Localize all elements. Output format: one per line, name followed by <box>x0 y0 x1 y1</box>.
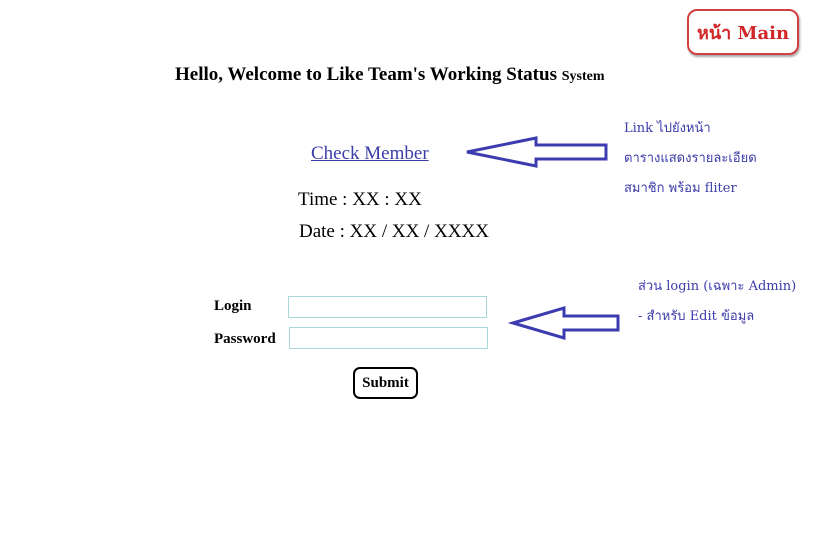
login-input[interactable] <box>288 296 487 318</box>
password-input[interactable] <box>289 327 488 349</box>
date-display: Date : XX / XX / XXXX <box>299 221 489 242</box>
page-title-suffix: System <box>561 69 605 84</box>
arrow-left-icon <box>507 305 620 341</box>
time-display: Time : XX : XX <box>298 189 422 210</box>
main-page-button[interactable]: หน้า Main <box>687 9 799 55</box>
check-member-link[interactable]: Check Member <box>311 143 429 165</box>
page-title-text: Hello, Welcome to Like Team's Working St… <box>175 64 557 85</box>
login-annotation: ส่วน login (เฉพาะ Admin) - สำหรับ Edit ข… <box>638 272 796 332</box>
annotation-line: Link ไปยังหน้า <box>624 121 711 136</box>
login-label: Login <box>214 298 252 314</box>
annotation-line: ส่วน login (เฉพาะ Admin) <box>638 279 797 294</box>
check-member-annotation: Link ไปยังหน้า ตารางแสดงรายละเอียด สมาชิ… <box>624 114 757 204</box>
password-label: Password <box>214 331 276 347</box>
annotation-line: สมาชิก พร้อม fliter <box>624 181 737 196</box>
annotation-line: - สำหรับ Edit ข้อมูล <box>638 309 755 324</box>
main-page-label: หน้า Main <box>696 22 790 44</box>
submit-button[interactable]: Submit <box>353 367 418 399</box>
arrow-left-icon <box>466 136 608 168</box>
page-title: Hello, Welcome to Like Team's Working St… <box>175 64 605 86</box>
annotation-line: ตารางแสดงรายละเอียด <box>624 151 757 166</box>
